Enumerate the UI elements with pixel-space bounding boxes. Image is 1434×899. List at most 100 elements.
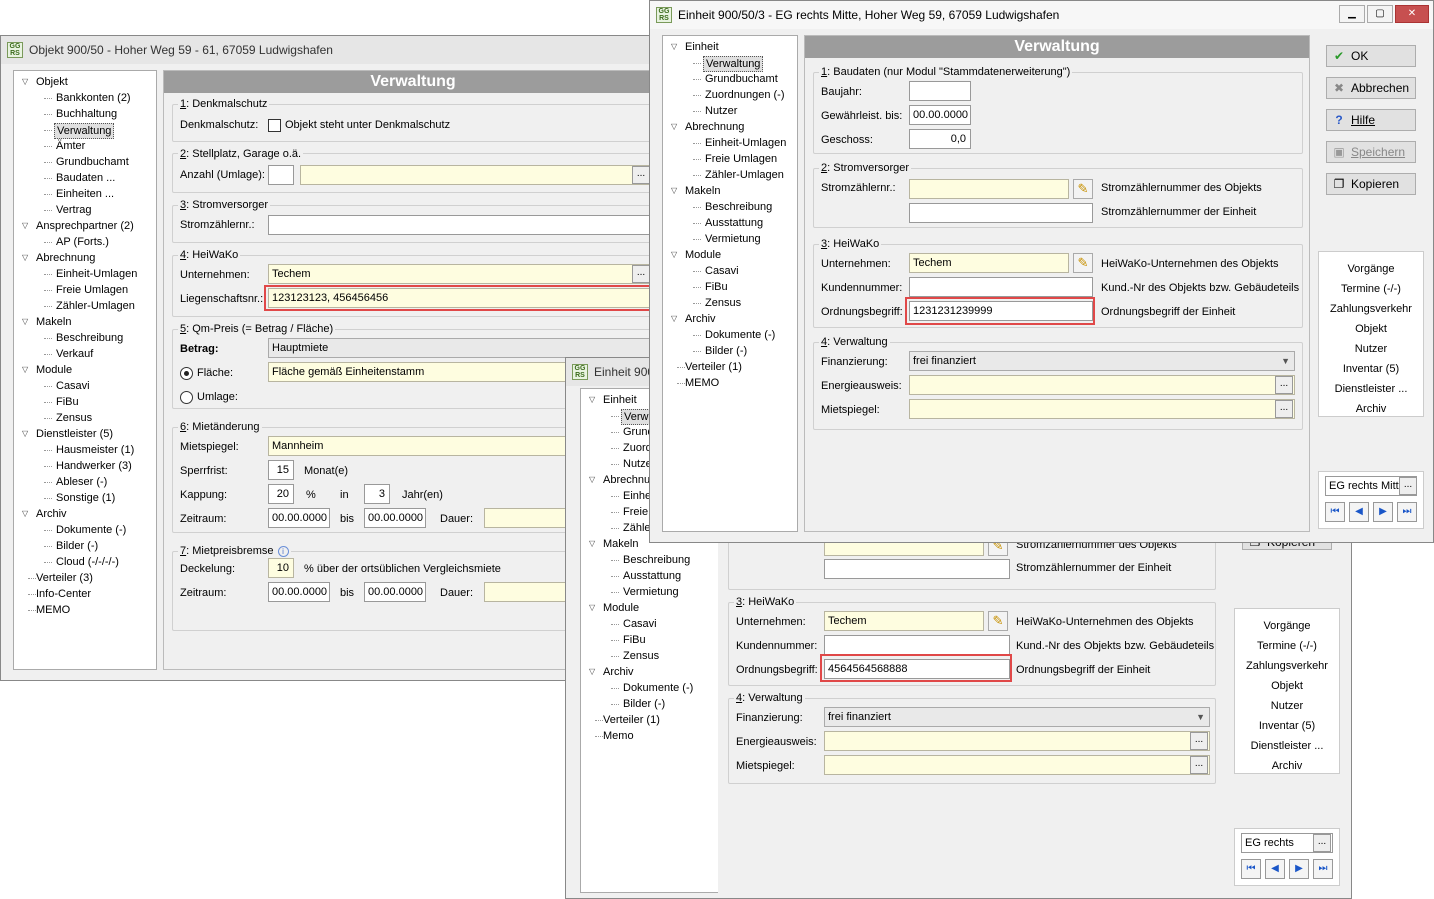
tree-node[interactable]: Abrechnung [685,120,744,134]
tree-expander-chevron-icon[interactable]: ▽ [671,312,677,326]
tree-node[interactable]: Makeln [685,184,720,198]
tree-expander-chevron-icon[interactable]: ▽ [589,393,595,407]
deckelung-input[interactable]: 10 [268,558,294,578]
tree-node[interactable]: FiBu [705,280,728,294]
ordnungsbegriff-input[interactable]: 4564564568888 [824,659,1010,679]
close-icon[interactable]: ✕ [1395,5,1429,23]
energieausweis-browse-button[interactable]: ... [1190,732,1208,750]
ok-button[interactable]: ✔ OK [1326,45,1416,67]
tree-node[interactable]: Ausstattung [705,216,763,230]
zeitraum2-von-input[interactable]: 00.00.0000 [268,582,330,602]
side-link[interactable]: Zahlungsverkehr [1235,659,1339,673]
unit-browse-button[interactable]: ... [1399,477,1417,495]
unternehmen-input[interactable]: Techem [909,253,1069,273]
tree-expander-chevron-icon[interactable]: ▽ [22,507,28,521]
tree-node[interactable]: Zuordnungen (-) [705,88,785,102]
tree-node[interactable]: Casavi [623,617,657,631]
umlage-radio[interactable] [180,391,193,404]
tree-node[interactable]: Dokumente (-) [56,523,126,537]
tree-node[interactable]: Einheit [685,40,719,54]
side-link[interactable]: Zahlungsverkehr [1319,302,1423,316]
tree-node[interactable]: Nutze [623,457,652,471]
tree-expander-chevron-icon[interactable]: ▽ [671,184,677,198]
mietspiegel-input[interactable] [824,755,1210,775]
tree-node[interactable]: Zähle [623,521,651,535]
mietspiegel-browse-button[interactable]: ... [1275,400,1293,418]
tree-node[interactable]: Einheiten ... [56,187,114,201]
tree-node[interactable]: Zähler-Umlagen [705,168,784,182]
tree-expander-chevron-icon[interactable]: ▽ [22,427,28,441]
anzahl-umlage-input[interactable] [268,165,294,185]
tree-expander-chevron-icon[interactable]: ▽ [589,473,595,487]
geschoss-input[interactable]: 0,0 [909,129,971,149]
strom-einheit-input[interactable] [909,203,1093,223]
side-link[interactable]: Inventar (5) [1235,719,1339,733]
next-record-icon[interactable]: ▶ [1373,502,1393,522]
abbrechen-button[interactable]: ✖ Abbrechen [1326,77,1416,99]
first-record-icon[interactable]: ⏮ [1325,502,1345,522]
last-record-icon[interactable]: ⏭ [1397,502,1417,522]
tree-node[interactable]: FiBu [56,395,79,409]
betrag-select[interactable]: Hauptmiete [268,338,662,358]
tree-expander-chevron-icon[interactable]: ▽ [671,248,677,262]
side-link[interactable]: Vorgänge [1235,619,1339,633]
tree-node[interactable]: Beschreibung [56,331,123,345]
mietspiegel-browse-button[interactable]: ... [1190,756,1208,774]
zeitraum2-bis-input[interactable]: 00.00.0000 [364,582,426,602]
hilfe-button[interactable]: ? Hilfe [1326,109,1416,131]
tree-node[interactable]: Handwerker (3) [56,459,132,473]
tree-node[interactable]: Memo [603,729,634,743]
speichern-button[interactable]: ▣ Speichern [1326,141,1416,163]
tree-node[interactable]: Zensus [705,296,741,310]
tree-node[interactable]: Archiv [603,665,634,679]
liegenschaftsnr-input[interactable]: 123123123, 456456456 [268,288,650,308]
pencil-edit-icon[interactable]: ✎ [1073,179,1093,199]
unit-browse-button[interactable]: ... [1313,834,1331,852]
kopieren-button[interactable]: ❐Kopieren [1326,173,1416,195]
info-icon[interactable]: i [277,546,289,557]
unternehmen-input[interactable]: Techem [268,264,652,284]
tree-node[interactable]: Dokumente (-) [705,328,775,342]
tree-node[interactable]: Grundbuchamt [56,155,129,169]
tree-node[interactable]: Bilder (-) [623,697,665,711]
stellplatz-umlage-input[interactable] [300,165,652,185]
tree-node[interactable]: Cloud (-/-/-/-) [56,555,119,569]
tree-node[interactable]: Vermietung [623,585,679,599]
side-link[interactable]: Archiv [1319,402,1423,416]
tree-node[interactable]: Zähler-Umlagen [56,299,135,313]
tree-node[interactable]: Ansprechpartner (2) [36,219,134,233]
side-link[interactable]: Dienstleister ... [1319,382,1423,396]
energieausweis-browse-button[interactable]: ... [1275,376,1293,394]
side-link[interactable]: Objekt [1235,679,1339,693]
tree-node[interactable]: Ämter [56,139,85,153]
tree-node[interactable]: Dokumente (-) [623,681,693,695]
tree-node[interactable]: Objekt [36,75,68,89]
tree-node[interactable]: Module [36,363,72,377]
kappung-jahre-input[interactable]: 3 [364,484,390,504]
tree-expander-chevron-icon[interactable]: ▽ [589,665,595,679]
stellplatz-browse-button[interactable]: ... [632,166,650,184]
next-record-icon[interactable]: ▶ [1289,859,1309,879]
tree-node[interactable]: Ableser (-) [56,475,107,489]
tree-node[interactable]: Casavi [56,379,90,393]
tree-node[interactable]: Bankkonten (2) [56,91,131,105]
tree-node[interactable]: Buchhaltung [56,107,117,121]
tree-node[interactable]: Freie Umlagen [56,283,128,297]
zeitraum-von-input[interactable]: 00.00.0000 [268,508,330,528]
maximize-icon[interactable]: ▢ [1367,5,1393,23]
tree-node[interactable]: Module [603,601,639,615]
side-link[interactable]: Termine (-/-) [1235,639,1339,653]
ordnungsbegriff-input[interactable]: 1231231239999 [909,301,1093,321]
tree-node[interactable]: AP (Forts.) [56,235,109,249]
einheit-front-titlebar[interactable]: GG RS Einheit 900/50/3 - EG rechts Mitte,… [650,1,1433,29]
tree-expander-chevron-icon[interactable]: ▽ [22,315,28,329]
stromzaehlernr-input[interactable] [268,215,658,235]
tree-node[interactable]: Hausmeister (1) [56,443,134,457]
tree-node[interactable]: Einhe [623,489,651,503]
tree-node[interactable]: Casavi [705,264,739,278]
tree-node[interactable]: Zensus [623,649,659,663]
tree-node[interactable]: Verwaltung [703,56,764,72]
tree-node[interactable]: Sonstige (1) [56,491,115,505]
flaeche-radio[interactable] [180,367,193,380]
tree-expander-chevron-icon[interactable]: ▽ [22,363,28,377]
